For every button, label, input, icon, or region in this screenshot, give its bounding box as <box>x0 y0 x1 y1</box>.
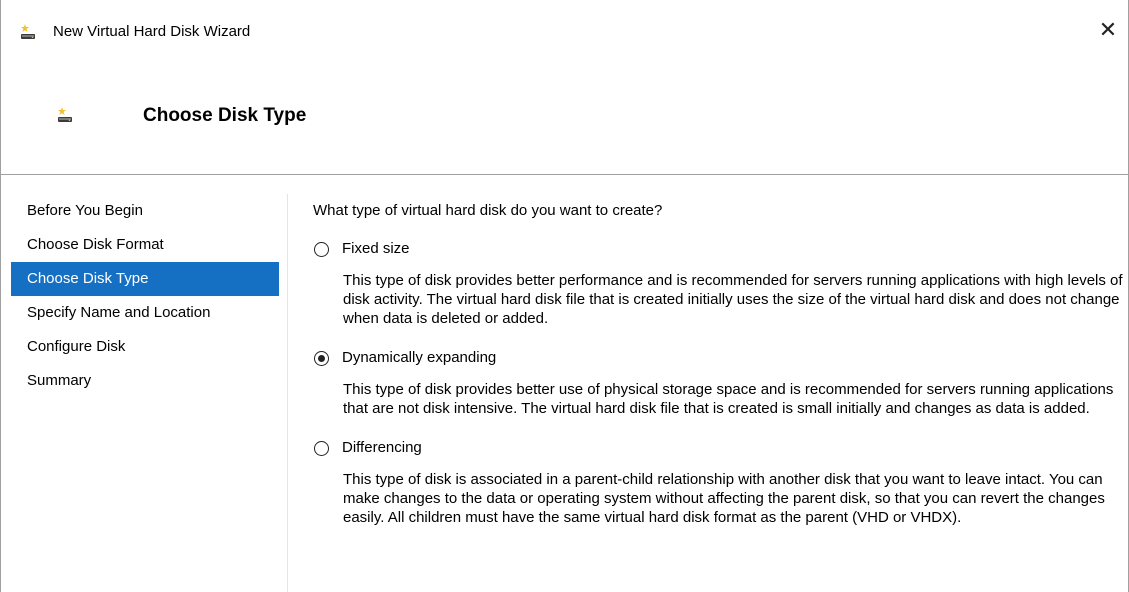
disk-type-panel: What type of virtual hard disk do you wa… <box>313 199 1123 543</box>
option-dynamically-expanding: Dynamically expanding This type of disk … <box>313 344 1113 418</box>
differencing-radio[interactable] <box>314 440 329 456</box>
nav-divider <box>287 194 288 592</box>
close-icon: ✕ <box>1098 17 1118 42</box>
disk-type-question: What type of virtual hard disk do you wa… <box>313 202 663 219</box>
wizard-steps-nav: Before You Begin Choose Disk Format Choo… <box>1 194 286 398</box>
fixed-size-radio[interactable] <box>314 241 329 257</box>
dynamically-expanding-label[interactable]: Dynamically expanding <box>342 348 496 368</box>
virtual-disk-icon <box>21 24 35 39</box>
nav-item-label: Summary <box>27 372 92 389</box>
close-button[interactable]: ✕ <box>1088 12 1128 48</box>
nav-item-configure-disk[interactable]: Configure Disk <box>11 330 279 364</box>
nav-item-before-you-begin[interactable]: Before You Begin <box>11 194 279 228</box>
nav-item-label: Specify Name and Location <box>27 304 211 321</box>
dynamically-expanding-description: This type of disk provides better use of… <box>343 381 1114 417</box>
option-fixed-size: Fixed size This type of disk provides be… <box>313 235 1123 328</box>
fixed-size-description: This type of disk provides better perfor… <box>343 272 1123 327</box>
nav-item-label: Choose Disk Type <box>27 270 149 287</box>
wizard-header: Choose Disk Type <box>1 62 1128 174</box>
nav-item-label: Choose Disk Format <box>27 236 164 253</box>
header-divider <box>1 174 1128 175</box>
window-title: New Virtual Hard Disk Wizard <box>53 23 251 40</box>
nav-item-label: Configure Disk <box>27 338 126 355</box>
differencing-label[interactable]: Differencing <box>342 438 422 458</box>
virtual-disk-icon <box>58 107 72 122</box>
dynamically-expanding-radio[interactable] <box>314 350 329 366</box>
nav-item-summary[interactable]: Summary <box>11 364 279 398</box>
option-differencing: Differencing This type of disk is associ… <box>313 434 1113 527</box>
wizard-window: New Virtual Hard Disk Wizard ✕ Choose Di… <box>0 0 1129 592</box>
fixed-size-radio-row[interactable]: Fixed size <box>313 235 1113 263</box>
page-title: Choose Disk Type <box>143 105 307 126</box>
nav-item-choose-disk-type[interactable]: Choose Disk Type <box>11 262 279 296</box>
fixed-size-label[interactable]: Fixed size <box>342 239 410 259</box>
differencing-description: This type of disk is associated in a par… <box>343 471 1105 526</box>
nav-item-specify-name-and-location[interactable]: Specify Name and Location <box>11 296 279 330</box>
dynamically-expanding-radio-row[interactable]: Dynamically expanding <box>313 344 1113 372</box>
title-bar: New Virtual Hard Disk Wizard ✕ <box>1 0 1128 62</box>
nav-item-choose-disk-format[interactable]: Choose Disk Format <box>11 228 279 262</box>
nav-item-label: Before You Begin <box>27 202 143 219</box>
differencing-radio-row[interactable]: Differencing <box>313 434 1113 462</box>
